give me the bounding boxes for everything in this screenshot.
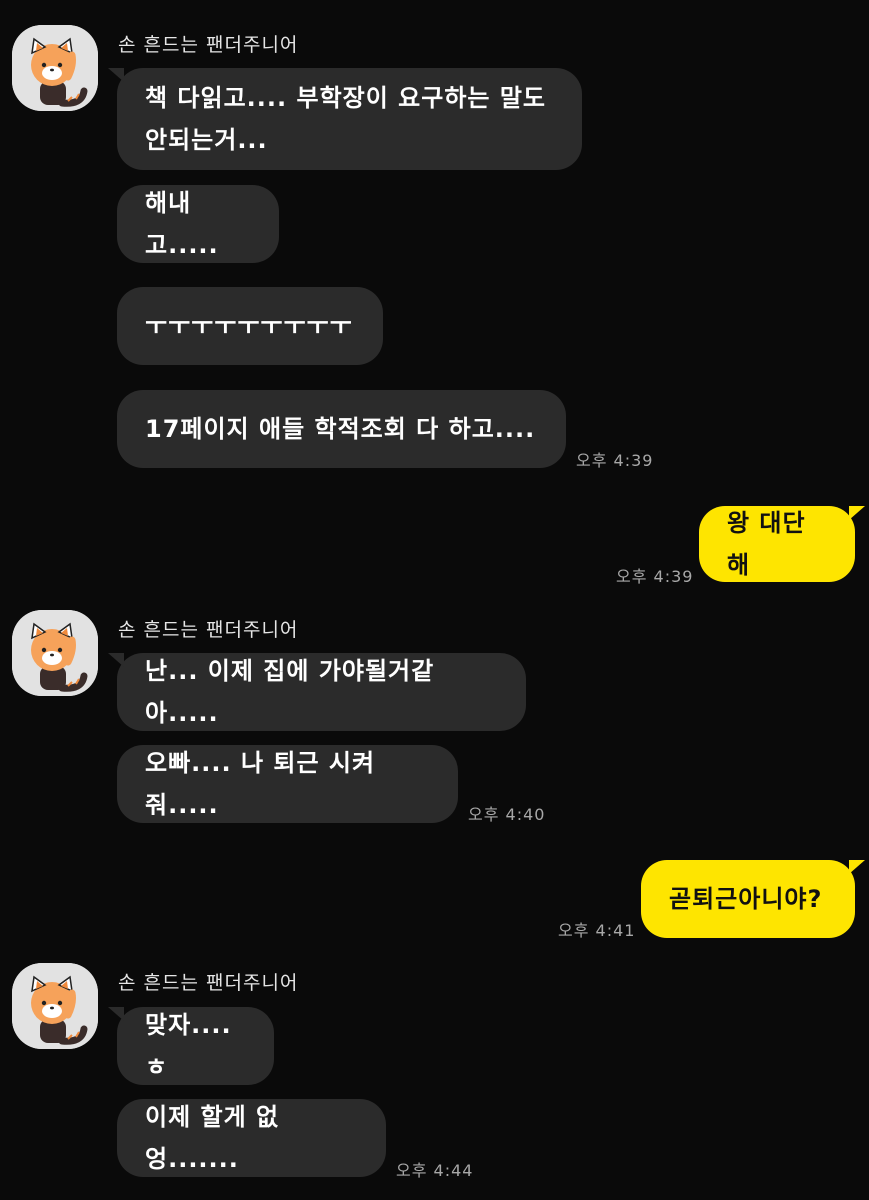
message-bubble[interactable]: 해내고..... [117,185,279,263]
message-text: 오빠.... 나 퇴근 시켜줘..... [145,749,376,819]
message-text: 이제 할게 없엉....... [145,1103,280,1173]
red-panda-avatar-icon [12,25,98,111]
message-bubble[interactable]: 이제 할게 없엉....... [117,1099,386,1177]
message-bubble[interactable]: 오빠.... 나 퇴근 시켜줘..... [117,745,458,823]
sender-name: 손 흔드는 팬더주니어 [118,972,299,994]
message-bubble-outgoing[interactable]: 왕 대단해 [699,506,865,582]
message-bubble[interactable]: 맞자.... ㅎ [108,1007,274,1085]
message-text: 책 다읽고.... 부학장이 요구하는 말도 안되는거... [145,84,547,154]
message-bubble[interactable]: 17페이지 애들 학적조회 다 하고.... [117,390,566,468]
red-panda-avatar-icon [12,963,98,1049]
message-bubble-outgoing[interactable]: 곧퇴근아니야? [641,860,865,938]
message-timestamp: 오후 4:39 [576,451,654,470]
message-text: 해내고..... [145,189,219,259]
message-text: 맞자.... ㅎ [145,1011,232,1081]
message-bubble[interactable]: 난... 이제 집에 가야될거같아..... [108,653,526,731]
message-text: 17페이지 애들 학적조회 다 하고.... [145,415,536,443]
sender-name: 손 흔드는 팬더주니어 [118,34,299,56]
message-text: ㅜㅜㅜㅜㅜㅜㅜㅜㅜ [145,312,353,340]
sender-name: 손 흔드는 팬더주니어 [118,619,299,641]
message-text: 곧퇴근아니야? [669,885,823,913]
message-bubble[interactable]: ㅜㅜㅜㅜㅜㅜㅜㅜㅜ [117,287,383,365]
sender-avatar[interactable] [12,963,98,1049]
message-timestamp: 오후 4:44 [396,1161,474,1180]
message-bubble[interactable]: 책 다읽고.... 부학장이 요구하는 말도 안되는거... [108,68,582,170]
message-timestamp: 오후 4:39 [616,567,694,586]
red-panda-avatar-icon [12,610,98,696]
message-text: 왕 대단해 [727,509,806,579]
message-timestamp: 오후 4:40 [468,805,546,824]
sender-avatar[interactable] [12,610,98,696]
sender-avatar[interactable] [12,25,98,111]
message-text: 난... 이제 집에 가야될거같아..... [145,657,435,727]
message-timestamp: 오후 4:41 [558,921,636,940]
